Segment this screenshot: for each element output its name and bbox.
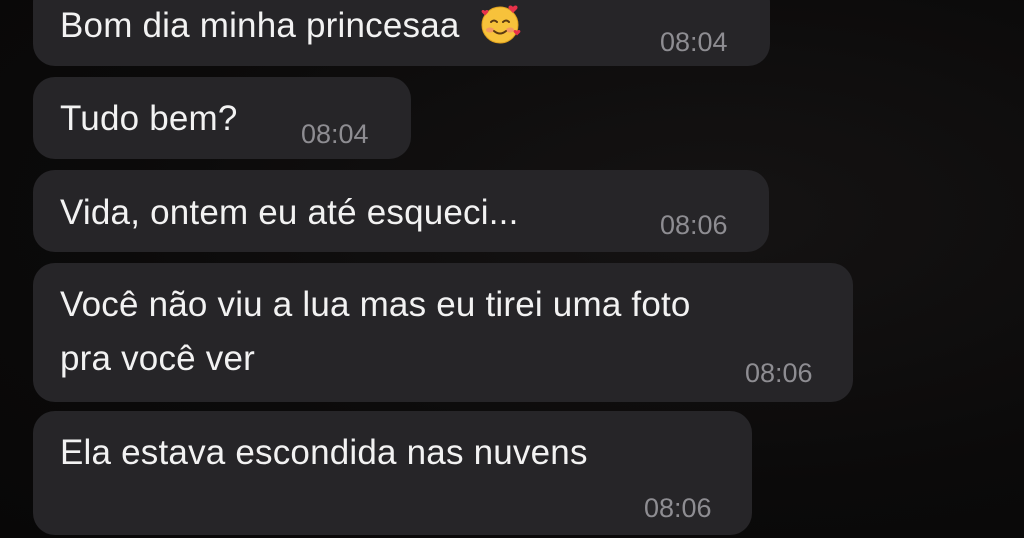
message-timestamp: 08:06 [745, 358, 813, 388]
message-bubble[interactable]: Você não viu a lua mas eu tirei uma foto… [33, 263, 853, 402]
message-bubble[interactable]: Ela estava escondida nas nuvens 08:06 [33, 411, 752, 535]
message-text: Vida, ontem eu até esqueci... [60, 193, 519, 232]
message-text: Ela estava escondida nas nuvens [60, 433, 588, 472]
message-text: Tudo bem? [60, 99, 238, 138]
message-text-line-2: pra você ver [60, 339, 255, 378]
message-bubble[interactable]: Tudo bem? 08:04 [33, 77, 411, 159]
message-bubble[interactable]: Vida, ontem eu até esqueci... 08:06 [33, 170, 769, 252]
message-timestamp: 08:04 [660, 27, 728, 57]
message-text: Bom dia minha princesaa [60, 0, 523, 52]
message-timestamp: 08:06 [644, 493, 712, 523]
smiling-face-with-hearts-icon [481, 5, 521, 44]
chat-thread: Bom dia minha princesaa 08:04 Tudo bem? … [0, 0, 1024, 538]
message-text-content: Bom dia minha princesaa [60, 6, 460, 45]
message-text-line-1: Você não viu a lua mas eu tirei uma foto [60, 285, 691, 324]
message-timestamp: 08:06 [660, 210, 728, 240]
message-bubble[interactable]: Bom dia minha princesaa 08:04 [33, 0, 770, 66]
message-timestamp: 08:04 [301, 119, 369, 149]
